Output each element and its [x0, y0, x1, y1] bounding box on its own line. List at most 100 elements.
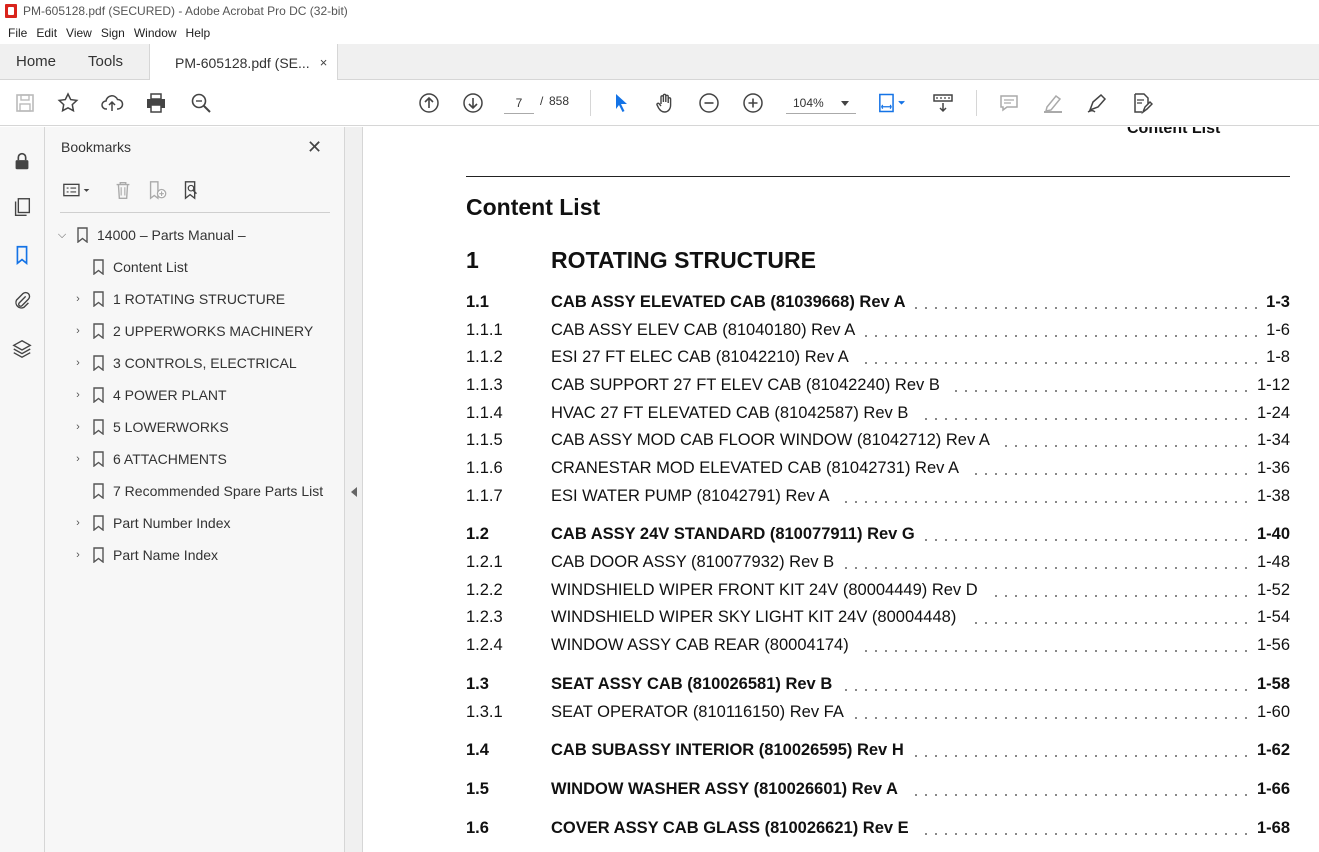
leader-dots	[865, 362, 1257, 364]
zoom-out-icon[interactable]	[696, 90, 722, 116]
leader-dot	[1155, 567, 1157, 569]
find-bookmark-icon[interactable]	[178, 177, 204, 203]
toc-entry[interactable]: 1.2.3 WINDSHIELD WIPER SKY LIGHT KIT 24V …	[466, 608, 1290, 630]
toc-entry[interactable]: 1.1.6 CRANESTAR MOD ELEVATED CAB (8104273…	[466, 459, 1290, 481]
chevron-right-icon[interactable]: ›	[71, 421, 85, 433]
leader-dot	[1055, 539, 1057, 541]
leader-dot	[975, 335, 977, 337]
select-cursor-icon[interactable]	[608, 90, 634, 116]
toc-entry[interactable]: 1.2.4 WINDOW ASSY CAB REAR (80004174) 1-56	[466, 636, 1290, 658]
leader-dot	[915, 650, 917, 652]
fill-sign-icon[interactable]	[1128, 90, 1154, 116]
toc-entry[interactable]: 1.2.2 WINDSHIELD WIPER FRONT KIT 24V (800…	[466, 581, 1290, 603]
bookmark-item-parts-manual[interactable]: ⌵ 14000 – Parts Manual –	[55, 221, 246, 249]
leader-dot	[955, 755, 957, 757]
leader-dot	[1175, 390, 1177, 392]
toc-entry[interactable]: 1.2.1 CAB DOOR ASSY (810077932) Rev B 1-48	[466, 553, 1290, 575]
menu-file[interactable]: File	[8, 26, 27, 40]
tab-document[interactable]: PM-605128.pdf (SE... ×	[149, 44, 339, 81]
chevron-right-icon[interactable]: ›	[71, 549, 85, 561]
tab-home[interactable]: Home	[0, 44, 72, 79]
options-menu-icon[interactable]	[60, 177, 96, 203]
page-number-input[interactable]: 7	[504, 92, 534, 114]
bookmark-item-controls-electrical[interactable]: › 3 CONTROLS, ELECTRICAL	[71, 349, 297, 377]
chevron-right-icon[interactable]: ›	[71, 293, 85, 305]
scroll-mode-icon[interactable]	[930, 90, 956, 116]
bookmark-item-part-number-index[interactable]: › Part Number Index	[71, 509, 231, 537]
bookmark-item-lowerworks[interactable]: › 5 LOWERWORKS	[71, 413, 229, 441]
next-page-icon[interactable]	[460, 90, 486, 116]
leader-dot	[965, 567, 967, 569]
bookmark-item-spare-parts[interactable]: 7 Recommended Spare Parts List	[71, 477, 323, 505]
toc-entry[interactable]: 1.1.7 ESI WATER PUMP (81042791) Rev A 1-38	[466, 487, 1290, 509]
close-panel-button[interactable]: ✕	[307, 137, 322, 158]
leader-dot	[1125, 445, 1127, 447]
toc-entry[interactable]: 1.6 COVER ASSY CAB GLASS (810026621) Rev …	[466, 819, 1290, 841]
bookmarks-panel-icon[interactable]	[10, 243, 34, 267]
leader-dot	[1075, 794, 1077, 796]
menu-help[interactable]: Help	[186, 26, 211, 40]
leader-dot	[965, 418, 967, 420]
toc-entry[interactable]: 1.1.1 CAB ASSY ELEV CAB (81040180) Rev A1…	[466, 321, 1290, 343]
toc-entry[interactable]: 1.1.5 CAB ASSY MOD CAB FLOOR WINDOW (8104…	[466, 431, 1290, 453]
sign-pen-icon[interactable]	[1084, 90, 1110, 116]
layers-icon[interactable]	[10, 337, 34, 361]
tab-close-button[interactable]: ×	[320, 55, 328, 70]
hand-tool-icon[interactable]	[652, 90, 678, 116]
leader-dot	[1065, 473, 1067, 475]
leader-dot	[1065, 755, 1067, 757]
menu-window[interactable]: Window	[134, 26, 177, 40]
bookmark-item-part-name-index[interactable]: › Part Name Index	[71, 541, 218, 569]
menu-view[interactable]: View	[66, 26, 92, 40]
chevron-down-icon[interactable]: ⌵	[55, 229, 69, 242]
chevron-right-icon[interactable]: ›	[71, 357, 85, 369]
save-icon[interactable]	[12, 90, 38, 116]
leader-dot	[945, 418, 947, 420]
bookmark-item-upperworks[interactable]: › 2 UPPERWORKS MACHINERY	[71, 317, 313, 345]
upload-icon[interactable]	[99, 90, 125, 116]
bookmark-star-icon[interactable]	[55, 90, 81, 116]
attachments-icon[interactable]	[10, 289, 34, 313]
tab-tools[interactable]: Tools	[72, 44, 139, 79]
leader-dot	[1085, 567, 1087, 569]
panel-splitter[interactable]	[345, 127, 363, 852]
chevron-right-icon[interactable]: ›	[71, 517, 85, 529]
bookmark-item-power-plant[interactable]: › 4 POWER PLANT	[71, 381, 227, 409]
collapse-panel-icon[interactable]	[351, 487, 357, 497]
chevron-right-icon[interactable]: ›	[71, 453, 85, 465]
toc-entry[interactable]: 1.4 CAB SUBASSY INTERIOR (810026595) Rev …	[466, 741, 1290, 763]
toc-entry[interactable]: 1.1.3 CAB SUPPORT 27 FT ELEV CAB (8104224…	[466, 376, 1290, 398]
leader-dot	[1005, 622, 1007, 624]
chevron-right-icon[interactable]: ›	[71, 389, 85, 401]
chevron-right-icon[interactable]: ›	[71, 325, 85, 337]
toc-entry[interactable]: 1.1 CAB ASSY ELEVATED CAB (81039668) Rev …	[466, 293, 1290, 315]
zoom-in-icon[interactable]	[740, 90, 766, 116]
previous-page-icon[interactable]	[416, 90, 442, 116]
zoom-level-select[interactable]: 104%	[786, 92, 856, 114]
leader-dot	[1195, 717, 1197, 719]
print-icon[interactable]	[143, 90, 169, 116]
toc-entry[interactable]: 1.1.2 ESI 27 FT ELEC CAB (81042210) Rev A…	[466, 348, 1290, 370]
find-zoom-icon[interactable]	[188, 90, 214, 116]
new-bookmark-icon[interactable]	[144, 177, 170, 203]
highlight-pen-icon[interactable]	[1040, 90, 1066, 116]
menu-edit[interactable]: Edit	[36, 26, 57, 40]
lock-icon[interactable]	[10, 149, 34, 173]
page-thumbnails-icon[interactable]	[10, 195, 34, 219]
toc-entry[interactable]: 1.3.1 SEAT OPERATOR (810116150) Rev FA 1-6…	[466, 703, 1290, 725]
bookmark-item-attachments[interactable]: › 6 ATTACHMENTS	[71, 445, 227, 473]
toc-entry[interactable]: 1.3 SEAT ASSY CAB (810026581) Rev B 1-58	[466, 675, 1290, 697]
document-view[interactable]: Content List Content List 1 ROTATING STR…	[363, 127, 1319, 852]
page-fit-icon[interactable]	[876, 90, 912, 116]
toc-entry[interactable]: 1.2 CAB ASSY 24V STANDARD (810077911) Rev…	[466, 525, 1290, 547]
delete-bookmark-icon[interactable]	[110, 177, 136, 203]
comment-icon[interactable]	[996, 90, 1022, 116]
leader-dot	[1215, 501, 1217, 503]
bookmark-item-rotating-structure[interactable]: › 1 ROTATING STRUCTURE	[71, 285, 285, 313]
bookmark-icon	[93, 419, 104, 436]
toc-entry[interactable]: 1.5 WINDOW WASHER ASSY (810026601) Rev A1…	[466, 780, 1290, 802]
bookmark-item-content-list[interactable]: Content List	[71, 253, 188, 281]
leader-dot	[1205, 418, 1207, 420]
menu-sign[interactable]: Sign	[101, 26, 125, 40]
toc-entry[interactable]: 1.1.4 HVAC 27 FT ELEVATED CAB (81042587) …	[466, 404, 1290, 426]
